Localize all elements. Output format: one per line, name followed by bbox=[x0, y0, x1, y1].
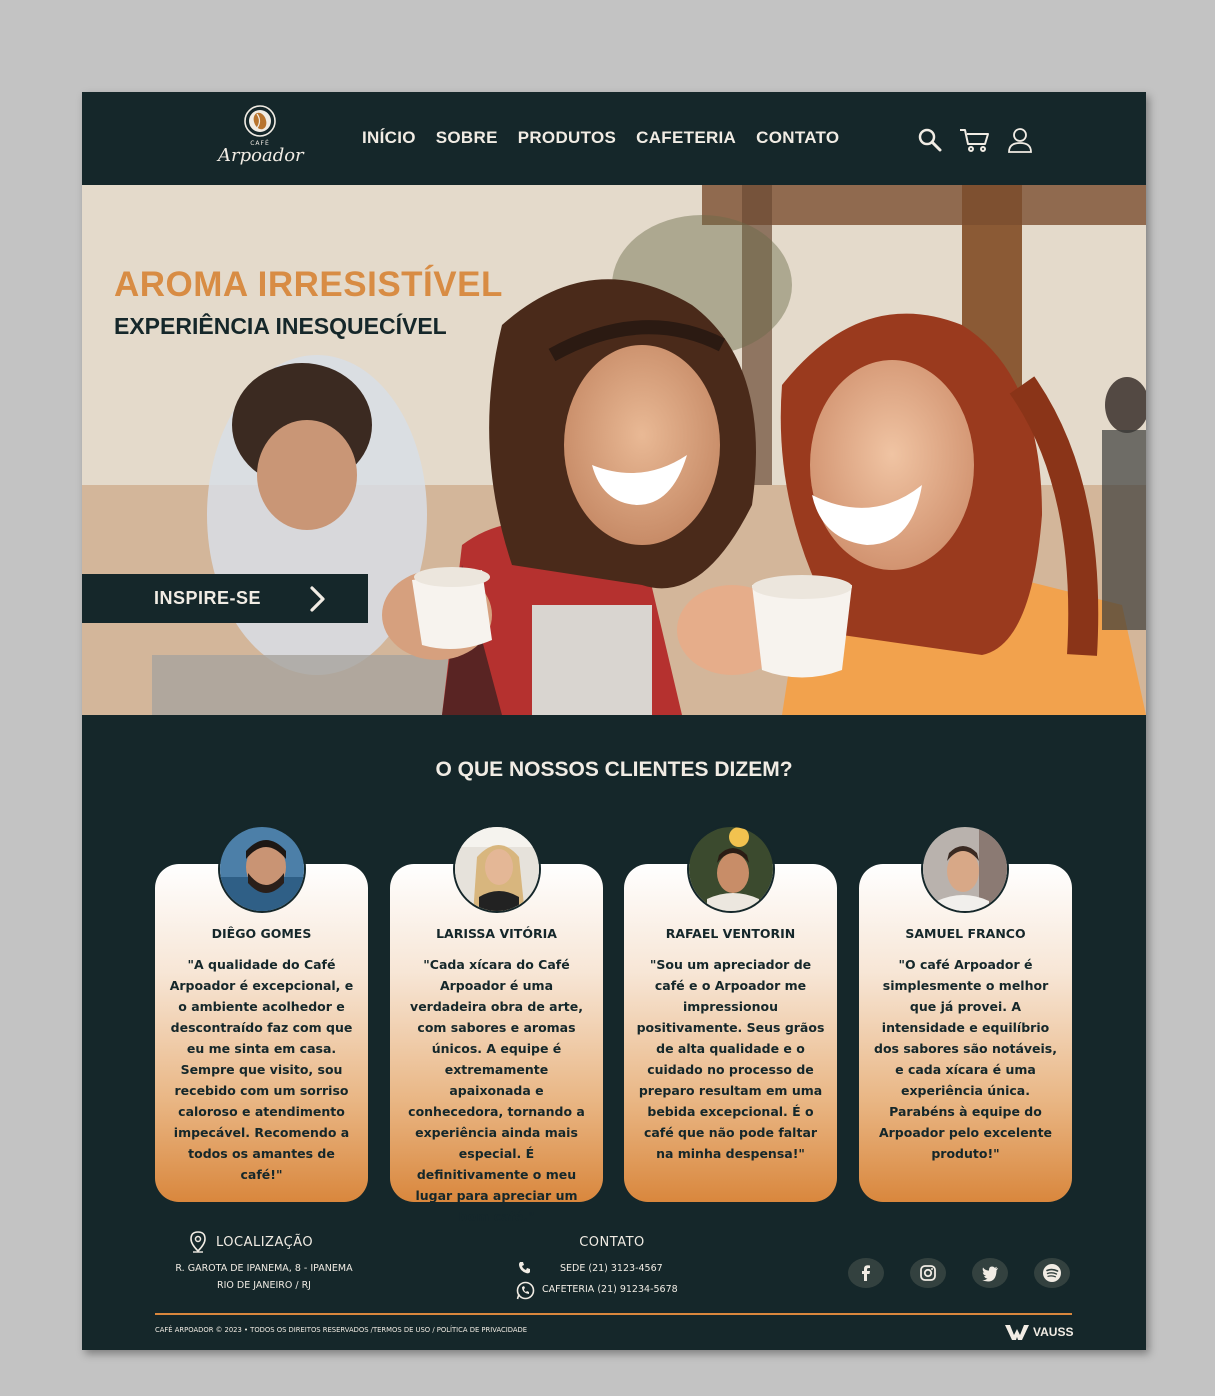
location-pin-icon bbox=[190, 1231, 206, 1253]
copyright-text[interactable]: CAFÉ ARPOADOR © 2023 • TODOS OS DIREITOS… bbox=[155, 1326, 527, 1334]
vauss-logo-icon bbox=[1005, 1325, 1029, 1340]
header-icons bbox=[916, 126, 1034, 154]
nav-item-cafeteria[interactable]: CAFETERIA bbox=[636, 128, 736, 148]
site-header: CAFÉ Arpoador INÍCIO SOBRE PRODUTOS CAFE… bbox=[82, 92, 1146, 185]
inspire-button[interactable]: INSPIRE-SE bbox=[82, 574, 368, 623]
testimonial-text: "A qualidade do Café Arpoador é excepcio… bbox=[169, 957, 354, 1182]
testimonial-name: DIÊGO GOMES bbox=[211, 926, 312, 941]
user-icon[interactable] bbox=[1006, 126, 1034, 154]
nav-item-inicio[interactable]: INÍCIO bbox=[362, 128, 416, 148]
footer-divider bbox=[155, 1313, 1072, 1315]
testimonial-card: LARISSA VITÓRIA "Cada xícara do Café Arp… bbox=[390, 864, 603, 1224]
whatsapp-icon bbox=[516, 1281, 535, 1300]
phone-icon bbox=[519, 1262, 530, 1274]
address-line-1: R. GAROTA DE IPANEMA, 8 - IPANEMA bbox=[175, 1263, 353, 1274]
testimonial-card: SAMUEL FRANCO "O café Arpoador é simples… bbox=[859, 864, 1072, 1202]
social-links bbox=[848, 1258, 1070, 1288]
twitter-icon[interactable] bbox=[972, 1258, 1008, 1288]
chevron-right-icon bbox=[310, 586, 325, 612]
testimonial-card: RAFAEL VENTORIN "Sou um apreciador de ca… bbox=[624, 864, 837, 1202]
instagram-icon[interactable] bbox=[910, 1258, 946, 1288]
contact-title: CONTATO bbox=[579, 1235, 645, 1250]
main-nav: INÍCIO SOBRE PRODUTOS CAFETERIA CONTATO bbox=[362, 128, 839, 148]
coffee-bean-logo-icon bbox=[244, 105, 276, 137]
nav-item-produtos[interactable]: PRODUTOS bbox=[518, 128, 616, 148]
facebook-icon[interactable] bbox=[848, 1258, 884, 1288]
hero-banner: AROMA IRRESISTÍVEL EXPERIÊNCIA INESQUECÍ… bbox=[82, 185, 1146, 715]
logo[interactable]: CAFÉ Arpoador bbox=[218, 104, 304, 166]
testimonials-title: O QUE NOSSOS CLIENTES DIZEM? bbox=[435, 758, 793, 781]
avatar bbox=[687, 825, 775, 913]
agency-name: VAUSS bbox=[1033, 1325, 1074, 1339]
testimonial-text: "Cada xícara do Café Arpoador é uma verd… bbox=[408, 957, 585, 1224]
testimonial-text: "O café Arpoador é simplesmente o melhor… bbox=[874, 957, 1057, 1161]
address-line-2: RIO DE JANEIRO / RJ bbox=[216, 1280, 311, 1291]
inspire-button-label: INSPIRE-SE bbox=[154, 588, 262, 608]
phone-sede[interactable]: SEDE (21) 3123-4567 bbox=[560, 1263, 663, 1274]
avatar bbox=[453, 825, 541, 913]
hero-title: AROMA IRRESISTÍVEL bbox=[114, 265, 503, 304]
testimonial-text: "Sou um apreciador de café e o Arpoador … bbox=[636, 957, 825, 1161]
testimonial-name: RAFAEL VENTORIN bbox=[665, 926, 796, 941]
hero-subtitle: EXPERIÊNCIA INESQUECÍVEL bbox=[114, 313, 447, 339]
nav-item-contato[interactable]: CONTATO bbox=[756, 128, 839, 148]
avatar bbox=[218, 825, 306, 913]
testimonial-card: DIÊGO GOMES "A qualidade do Café Arpoado… bbox=[155, 864, 368, 1202]
page: CAFÉ Arpoador INÍCIO SOBRE PRODUTOS CAFE… bbox=[82, 92, 1146, 1350]
avatar bbox=[921, 825, 1009, 913]
location-title: LOCALIZAÇÃO bbox=[216, 1235, 314, 1250]
testimonial-name: LARISSA VITÓRIA bbox=[436, 926, 557, 941]
testimonial-name: SAMUEL FRANCO bbox=[905, 926, 1026, 941]
testimonials-list: DIÊGO GOMES "A qualidade do Café Arpoado… bbox=[155, 864, 1072, 1224]
search-icon[interactable] bbox=[916, 126, 944, 154]
phone-cafeteria[interactable]: CAFETERIA (21) 91234-5678 bbox=[542, 1284, 678, 1295]
nav-item-sobre[interactable]: SOBRE bbox=[436, 128, 498, 148]
logo-name-text: Arpoador bbox=[218, 145, 304, 166]
agency-credit[interactable]: VAUSS bbox=[1004, 1323, 1073, 1341]
spotify-icon[interactable] bbox=[1034, 1258, 1070, 1288]
cart-icon[interactable] bbox=[958, 126, 992, 154]
